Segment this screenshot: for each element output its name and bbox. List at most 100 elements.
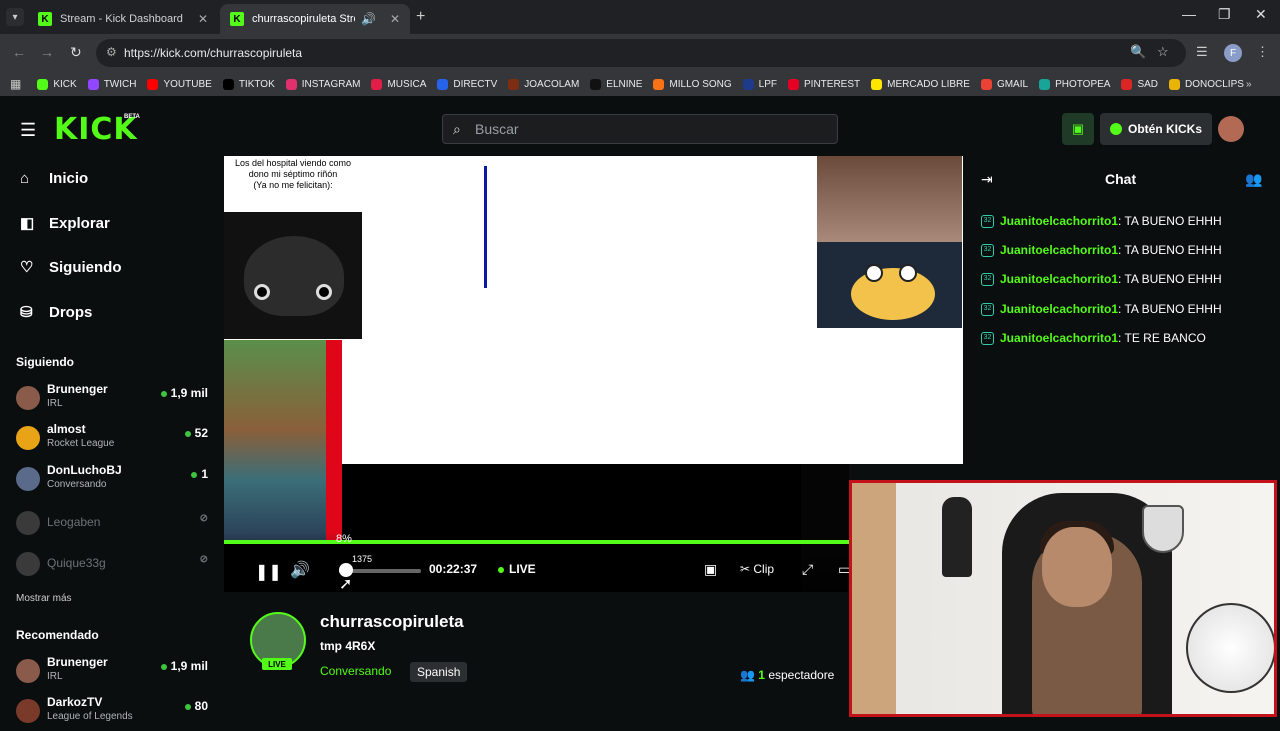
reload-icon[interactable]: ↻ xyxy=(70,44,82,61)
channel-info: LIVE churrascopiruleta tmp 4R6X Conversa… xyxy=(224,592,849,720)
bookmark-star-icon[interactable]: ☆ xyxy=(1157,44,1169,60)
penguin-eye xyxy=(865,264,883,282)
following-channel-quique33g[interactable]: Quique33g ⊘ xyxy=(16,550,216,586)
close-tab-icon[interactable]: ✕ xyxy=(198,12,208,26)
back-icon[interactable]: ← xyxy=(12,44,26,60)
bookmark-photopea[interactable]: PHOTOPEA xyxy=(1039,78,1110,90)
chat-users-icon[interactable]: 👥 xyxy=(1245,171,1262,188)
following-channel-almost[interactable]: almost Rocket League 52 xyxy=(16,422,216,458)
blue-line-overlay xyxy=(484,166,487,288)
pip-icon[interactable]: ▭ xyxy=(838,561,849,578)
speaker-icon[interactable]: 🔊 xyxy=(361,12,376,26)
following-channel-brunenger[interactable]: Brunenger IRL 1,9 mil xyxy=(16,382,216,418)
show-more-link[interactable]: Mostrar más xyxy=(16,593,72,604)
channel-name: DarkozTV xyxy=(47,695,103,709)
live-progress-bar[interactable] xyxy=(224,540,849,544)
bookmark-twich[interactable]: TWICH xyxy=(87,78,136,90)
more-bookmarks-icon[interactable]: » xyxy=(1246,79,1252,90)
chat-username[interactable]: Juanitoelcachorrito1 xyxy=(1000,272,1118,286)
tab-churrascopiruleta[interactable]: K churrascopiruleta Stream - 🔊 ✕ xyxy=(220,4,410,34)
bookmark-mercado-libre[interactable]: MERCADO LIBRE xyxy=(871,78,970,90)
kick-favicon-icon: K xyxy=(38,12,52,26)
chat-message[interactable]: 32 Juanitoelcachorrito1: TE RE BANCO xyxy=(981,331,1206,346)
user-avatar[interactable] xyxy=(1218,116,1244,142)
url-field[interactable]: ⚙ https://kick.com/churrascopiruleta xyxy=(96,39,1186,67)
streamer-head xyxy=(1042,527,1112,607)
bookmark-pinterest[interactable]: PINTEREST xyxy=(788,78,860,90)
reading-list-icon[interactable]: ☰ xyxy=(1196,44,1208,60)
viewer-count-value: 1,9 mil xyxy=(170,386,208,400)
language-tag[interactable]: Spanish xyxy=(410,662,468,682)
chat-message[interactable]: 32 Juanitoelcachorrito1: TA BUENO EHHH xyxy=(981,272,1222,287)
search-input[interactable]: ⌕ Buscar xyxy=(442,114,838,144)
sidebar-nav-inicio[interactable]: ⌂ Inicio xyxy=(20,170,88,187)
restore-icon[interactable]: ❐ xyxy=(1218,6,1231,23)
recommended-heading: Recomendado xyxy=(16,628,99,642)
collapse-chat-icon[interactable]: ⇥ xyxy=(981,171,993,188)
bookmark-label: TIKTOK xyxy=(238,78,275,90)
bookmark-lpf[interactable]: LPF xyxy=(742,78,777,90)
chat-message[interactable]: 32 Juanitoelcachorrito1: TA BUENO EHHH xyxy=(981,214,1222,229)
recommended-channel-brunenger[interactable]: Brunenger IRL 1,9 mil xyxy=(16,655,216,691)
bookmark-musica[interactable]: MUSICA xyxy=(371,78,426,90)
chat-username[interactable]: Juanitoelcachorrito1 xyxy=(1000,243,1118,257)
sidebar-nav-explorar[interactable]: ◧ Explorar xyxy=(20,214,110,233)
channel-name: Quique33g xyxy=(47,556,106,570)
forward-icon[interactable]: → xyxy=(40,44,54,60)
bookmark-gmail[interactable]: GMAIL xyxy=(980,78,1028,90)
channel-name[interactable]: churrascopiruleta xyxy=(320,612,464,632)
site-info-icon[interactable]: ⚙ xyxy=(106,45,117,59)
chat-text: TA BUENO EHHH xyxy=(1124,272,1222,286)
bookmark-kick[interactable]: KICK xyxy=(37,78,77,90)
recommended-channel-darkoztv[interactable]: DarkozTV League of Legends 80 xyxy=(16,695,216,731)
get-kicks-button[interactable]: Obtén KICKs xyxy=(1100,113,1212,145)
menu-kebab-icon[interactable]: ⋮ xyxy=(1256,44,1269,60)
sidebar-nav-siguiendo[interactable]: ♡ Siguiendo xyxy=(20,258,122,277)
channel-name: DonLuchoBJ xyxy=(47,463,122,477)
bookmark-tiktok[interactable]: TIKTOK xyxy=(222,78,275,90)
hamburger-menu-icon[interactable]: ☰ xyxy=(20,120,36,141)
fullscreen-icon[interactable]: ⤢ xyxy=(802,561,813,578)
profile-avatar[interactable]: F xyxy=(1224,44,1242,62)
video-player[interactable]: Los del hospital viendo como dono mi sép… xyxy=(224,156,849,592)
bookmark-directv[interactable]: DIRECTV xyxy=(437,78,498,90)
tab-search-button[interactable]: ▾ xyxy=(6,8,24,26)
close-window-icon[interactable]: ✕ xyxy=(1255,6,1267,23)
bookmark-youtube[interactable]: YOUTUBE xyxy=(147,78,212,90)
stream-category[interactable]: Conversando xyxy=(320,664,391,678)
new-tab-button[interactable]: + xyxy=(416,8,425,26)
sidebar-nav-drops[interactable]: ⛁ Drops xyxy=(20,303,92,322)
bookmark-favicon-icon xyxy=(980,78,992,90)
minimize-icon[interactable]: — xyxy=(1182,6,1196,22)
chat-text: TA BUENO EHHH xyxy=(1124,302,1222,316)
chat-message[interactable]: 32 Juanitoelcachorrito1: TA BUENO EHHH xyxy=(981,302,1222,317)
following-channel-donluchobj[interactable]: DonLuchoBJ Conversando 1 xyxy=(16,463,216,499)
clip-button[interactable]: ✂ Clip xyxy=(740,562,774,576)
volume-icon[interactable]: 🔊 xyxy=(290,560,310,580)
following-channel-leogaben[interactable]: Leogaben ⊘ xyxy=(16,509,216,545)
bookmark-joacolam[interactable]: JOACOLAM xyxy=(508,78,579,90)
pause-icon[interactable]: ❚❚ xyxy=(255,562,282,582)
chat-username[interactable]: Juanitoelcachorrito1 xyxy=(1000,331,1118,345)
bookmark-label: MILLO SONG xyxy=(669,78,732,90)
subscriber-badge-icon: 32 xyxy=(981,332,994,346)
chat-username[interactable]: Juanitoelcachorrito1 xyxy=(1000,214,1118,228)
close-tab-icon[interactable]: ✕ xyxy=(390,12,400,26)
chat-username[interactable]: Juanitoelcachorrito1 xyxy=(1000,302,1118,316)
tab-kick-dashboard[interactable]: K Stream - Kick Dashboard ✕ xyxy=(28,4,218,34)
bookmark-favicon-icon xyxy=(285,78,297,90)
live-indicator[interactable]: LIVE xyxy=(498,562,536,576)
bookmark-elnine[interactable]: ELNINE xyxy=(590,78,642,90)
stream-dashboard-button[interactable]: ▣ xyxy=(1062,113,1094,145)
penguin-meme-overlay xyxy=(817,242,962,328)
zoom-icon[interactable]: 🔍 xyxy=(1130,44,1146,60)
bookmark-donoclips[interactable]: DONOCLIPS xyxy=(1169,78,1244,90)
bookmark-sad[interactable]: SAD xyxy=(1121,78,1158,90)
bookmark-label: DIRECTV xyxy=(453,78,498,90)
bookmark-instagram[interactable]: INSTAGRAM xyxy=(285,78,360,90)
apps-grid-icon[interactable]: ▦ xyxy=(10,77,21,91)
bookmark-millo-song[interactable]: MILLO SONG xyxy=(653,78,732,90)
chat-message[interactable]: 32 Juanitoelcachorrito1: TA BUENO EHHH xyxy=(981,243,1222,258)
theatre-mode-icon[interactable]: ▣ xyxy=(704,561,717,578)
search-icon: ⌕ xyxy=(453,121,461,137)
